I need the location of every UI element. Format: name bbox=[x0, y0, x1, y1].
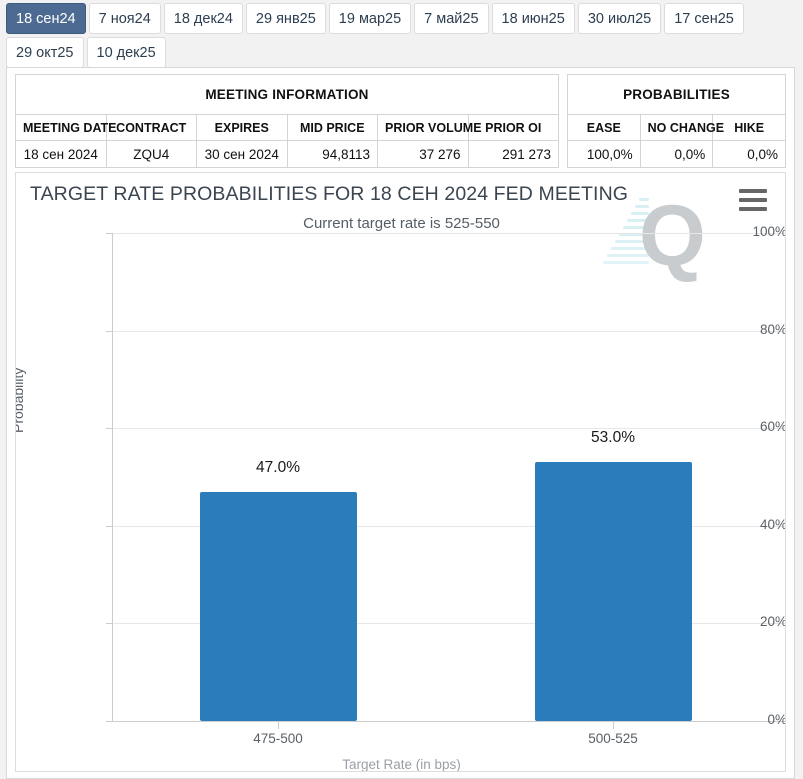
bar-value-label-475-500: 47.0% bbox=[256, 459, 300, 476]
meeting-tab-2[interactable]: 18 дек24 bbox=[163, 3, 243, 34]
probabilities-table: PROBABILITIES EASE NO CHANGE HIKE 100,0%… bbox=[567, 74, 786, 168]
y-tick-label-60: 60% bbox=[759, 419, 786, 434]
hamburger-bar bbox=[739, 198, 767, 202]
x-tick-label-475-500: 475-500 bbox=[253, 731, 303, 746]
gridline-60 bbox=[112, 428, 785, 429]
plot-area: 100% 80% 60% 40% 20% 0% Probability 47.0… bbox=[15, 224, 786, 772]
hamburger-bar bbox=[739, 189, 767, 193]
table-column-header-row: MEETING DATE CONTRACT EXPIRES MID PRICE … bbox=[15, 114, 559, 141]
cell-prior-volume: 37 276 bbox=[377, 140, 469, 168]
column-header-prior-oi: PRIOR OI bbox=[467, 114, 559, 141]
meeting-tab-1[interactable]: 7 ноя24 bbox=[88, 3, 161, 34]
chart-card: TARGET RATE PROBABILITIES FOR 18 СЕН 202… bbox=[15, 172, 786, 772]
cell-no-change: 0,0% bbox=[639, 140, 714, 168]
meeting-tab-8[interactable]: 17 сен25 bbox=[664, 3, 744, 34]
meeting-information-group-header: MEETING INFORMATION bbox=[15, 74, 559, 115]
bar-value-label-500-525: 53.0% bbox=[591, 429, 635, 446]
y-axis-line bbox=[112, 233, 113, 722]
chart-subtitle: Current target rate is 525-550 bbox=[303, 215, 500, 232]
y-tick-label-20: 20% bbox=[759, 614, 786, 629]
meeting-tab-6[interactable]: 18 июн25 bbox=[491, 3, 575, 34]
column-header-no-change: NO CHANGE bbox=[639, 114, 724, 141]
x-axis-line bbox=[112, 721, 785, 722]
hamburger-bar bbox=[739, 207, 767, 211]
y-tick-label-80: 80% bbox=[759, 322, 786, 337]
meeting-information-table: MEETING INFORMATION MEETING DATE CONTRAC… bbox=[15, 74, 559, 168]
table-group-header-row: MEETING INFORMATION bbox=[15, 74, 559, 115]
cell-ease: 100,0% bbox=[567, 140, 641, 168]
meeting-tab-3[interactable]: 29 янв25 bbox=[245, 3, 326, 34]
y-tick-label-0: 0% bbox=[767, 712, 786, 727]
table-group-header-row: PROBABILITIES bbox=[567, 74, 786, 115]
cell-prior-oi: 291 273 bbox=[467, 140, 559, 168]
cell-expires: 30 сен 2024 bbox=[196, 140, 288, 168]
meeting-tab-7[interactable]: 30 июл25 bbox=[577, 3, 662, 34]
hamburger-menu-icon[interactable] bbox=[739, 189, 767, 211]
meeting-tab-5[interactable]: 7 май25 bbox=[414, 3, 489, 34]
bar-475-500[interactable] bbox=[200, 492, 357, 721]
meeting-tab-10[interactable]: 10 дек25 bbox=[86, 37, 166, 68]
meeting-tab-0[interactable]: 18 сен24 bbox=[6, 3, 86, 34]
gridline-80 bbox=[112, 331, 785, 332]
chart-title: TARGET RATE PROBABILITIES FOR 18 СЕН 202… bbox=[30, 183, 629, 205]
cell-hike: 0,0% bbox=[712, 140, 786, 168]
x-tick-label-500-525: 500-525 bbox=[588, 731, 638, 746]
x-axis-title: Target Rate (in bps) bbox=[342, 757, 461, 772]
column-header-mid-price: MID PRICE bbox=[286, 114, 378, 141]
meeting-tab-9[interactable]: 29 окт25 bbox=[6, 37, 84, 68]
y-axis-title: Probability bbox=[15, 367, 26, 433]
app-root: 18 сен24 7 ноя24 18 дек24 29 янв25 19 мар25 7… bbox=[0, 0, 803, 779]
y-tick-label-40: 40% bbox=[759, 517, 786, 532]
content-panel: MEETING INFORMATION MEETING DATE CONTRAC… bbox=[6, 67, 795, 779]
probabilities-group-header: PROBABILITIES bbox=[567, 74, 786, 115]
bar-500-525[interactable] bbox=[535, 462, 692, 721]
gridline-100 bbox=[112, 233, 785, 234]
column-header-expires: EXPIRES bbox=[196, 114, 288, 141]
meeting-date-tabstrip: 18 сен24 7 ноя24 18 дек24 29 янв25 19 мар25 7… bbox=[0, 0, 803, 71]
column-header-prior-volume: PRIOR VOLUME bbox=[377, 114, 482, 141]
meeting-tab-4[interactable]: 19 мар25 bbox=[328, 3, 412, 34]
cell-meeting-date: 18 сен 2024 bbox=[15, 140, 107, 168]
table-column-header-row: EASE NO CHANGE HIKE bbox=[567, 114, 786, 141]
column-header-ease: EASE bbox=[567, 114, 641, 141]
cell-contract: ZQU4 bbox=[105, 140, 197, 168]
column-header-contract: CONTRACT bbox=[105, 114, 197, 141]
tables-row: MEETING INFORMATION MEETING DATE CONTRAC… bbox=[7, 68, 794, 168]
table-row: 18 сен 2024 ZQU4 30 сен 2024 94,8113 37 … bbox=[15, 140, 559, 168]
cell-mid-price: 94,8113 bbox=[286, 140, 378, 168]
table-row: 100,0% 0,0% 0,0% bbox=[567, 140, 786, 168]
column-header-meeting-date: MEETING DATE bbox=[15, 114, 117, 141]
y-tick-label-100: 100% bbox=[752, 224, 786, 239]
